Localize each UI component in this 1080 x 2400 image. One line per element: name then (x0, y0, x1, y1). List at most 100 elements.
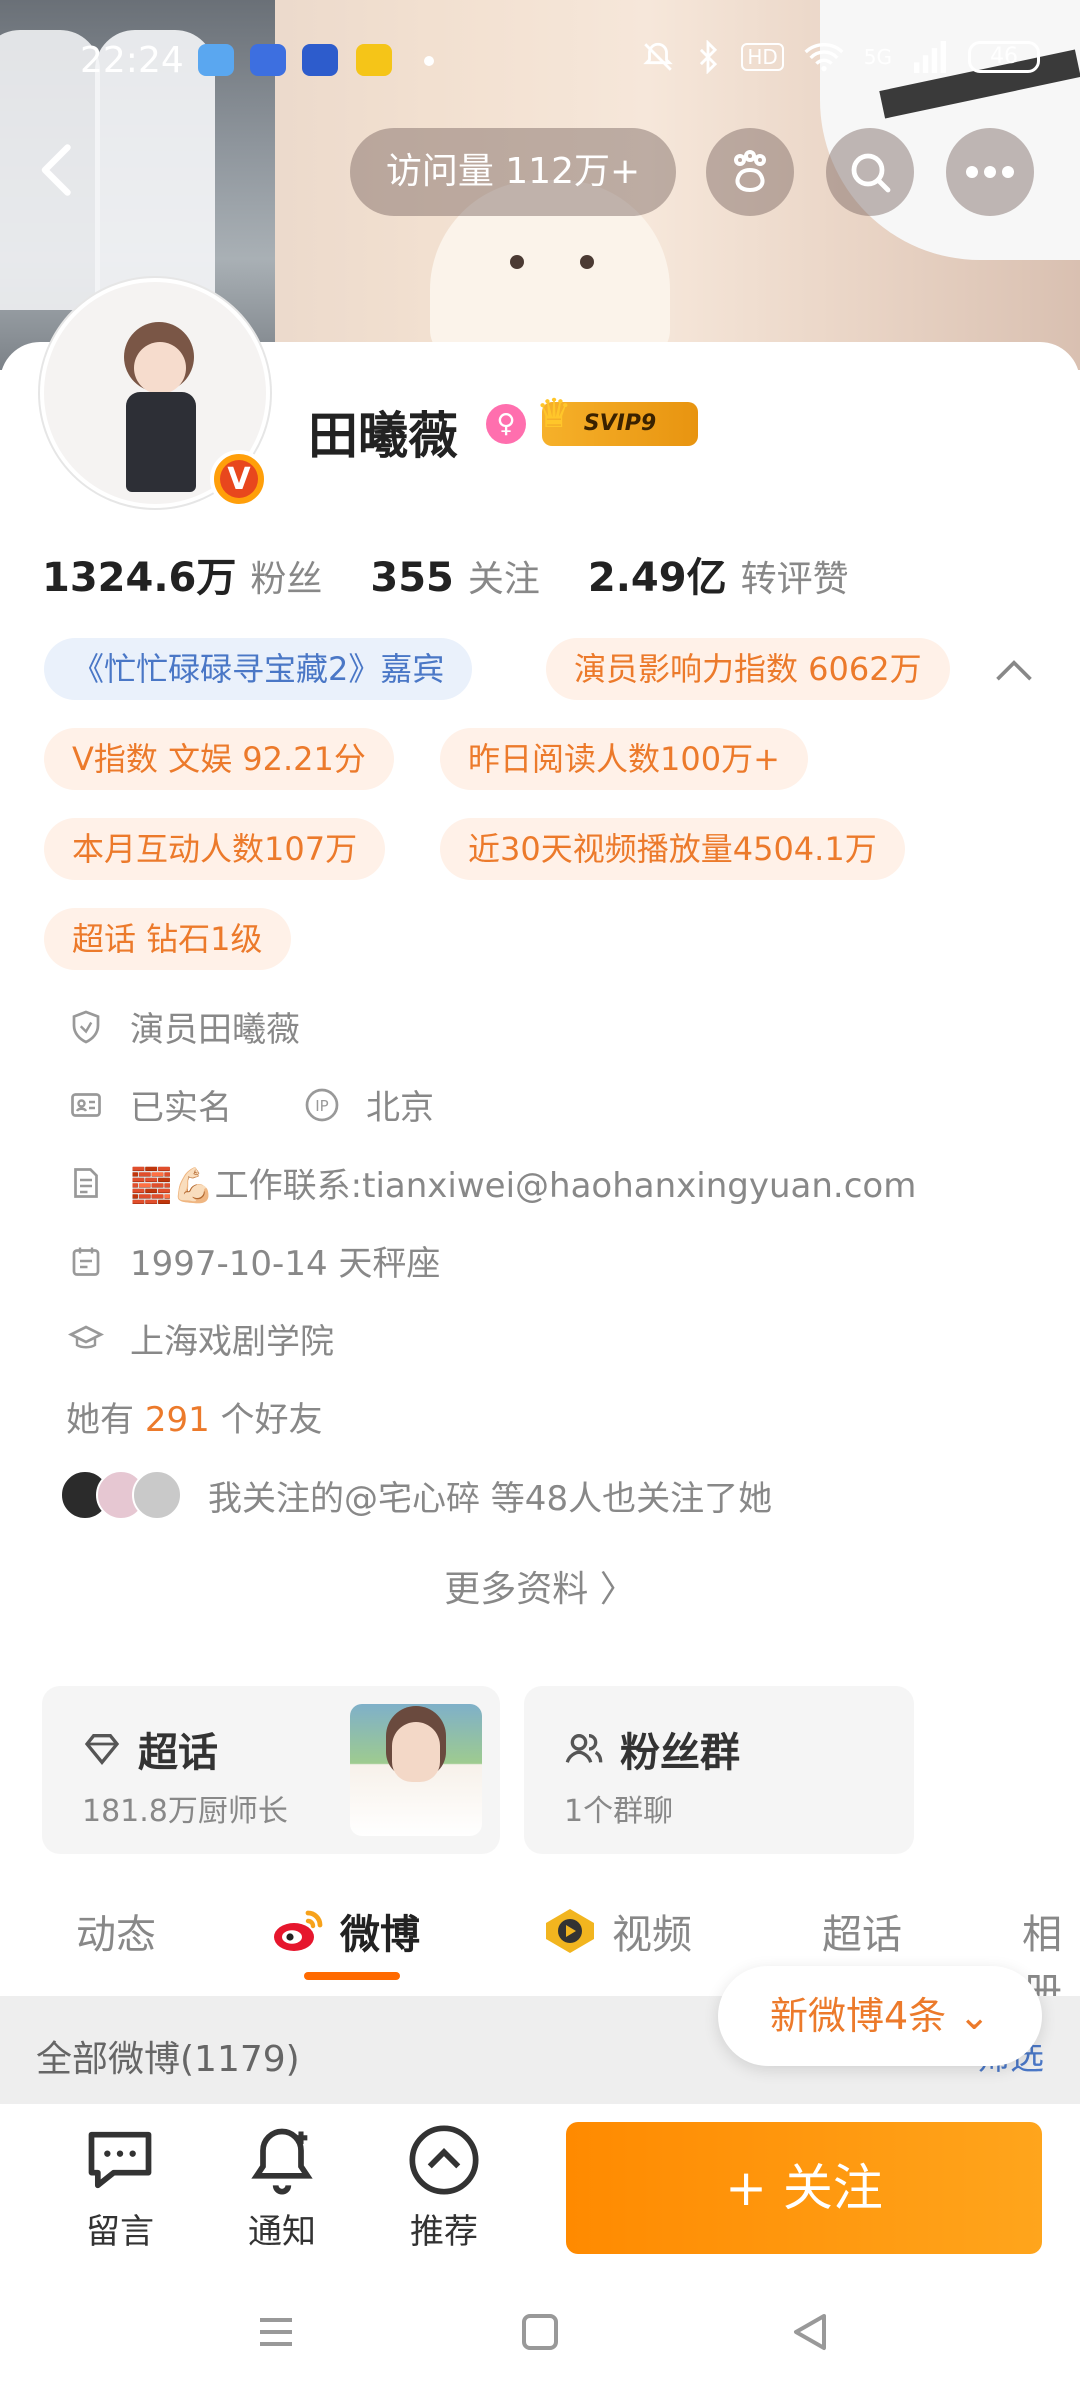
fan-group-title: 粉丝群 (564, 1720, 740, 1778)
more-dots-icon (966, 166, 1014, 178)
video-icon (546, 1909, 594, 1953)
info-birthday: 1997-10-14 天秤座 (66, 1236, 440, 1285)
id-card-icon (66, 1085, 106, 1125)
profile-stats: 1324.6万 粉丝 355 关注 2.49亿 转评赞 (42, 545, 897, 603)
ip-icon: IP (302, 1085, 342, 1125)
followers-label: 粉丝 (250, 559, 323, 600)
more-button[interactable] (946, 128, 1034, 216)
menu-icon[interactable] (252, 2308, 300, 2356)
mutual-avatar (132, 1470, 182, 1520)
bluetooth-icon (700, 40, 718, 74)
super-topic-subtitle: 181.8万厨师长 (82, 1794, 288, 1829)
graduation-cap-icon (66, 1319, 106, 1359)
fan-group-subtitle: 1个群聊 (564, 1794, 674, 1829)
tag-v-index[interactable]: V指数 文娱 92.21分 (44, 728, 394, 790)
svg-text:IP: IP (315, 1097, 328, 1115)
message-button[interactable]: 留言 (60, 2122, 180, 2253)
super-topic-title: 超话 (82, 1720, 218, 1778)
visit-count-pill[interactable]: 访问量 112万+ (350, 128, 676, 216)
tab-activity[interactable]: 动态 (76, 1902, 156, 1960)
super-topic-card[interactable]: 超话 181.8万厨师长 (42, 1686, 500, 1854)
notify-button[interactable]: 通知 (222, 2122, 342, 2253)
shield-icon (66, 1007, 106, 1047)
wifi-icon (804, 43, 844, 72)
mutual-followers[interactable]: 我关注的@宅心碎 等48人也关注了她 (60, 1470, 772, 1520)
tag-super-topic-level[interactable]: 超话 钻石1级 (44, 908, 291, 970)
engagement-label: 转评赞 (740, 559, 849, 600)
new-posts-pill[interactable]: 新微博4条 ⌄ (718, 1966, 1042, 2066)
fan-club-button[interactable] (706, 128, 794, 216)
back-triangle-icon[interactable] (786, 2308, 834, 2356)
tag-video-plays[interactable]: 近30天视频播放量4504.1万 (440, 818, 905, 880)
active-tab-indicator (304, 1972, 400, 1980)
tab-video-label: 视频 (612, 1912, 692, 1958)
friends-suffix: 个好友 (220, 1400, 323, 1440)
profile-screen: 22:24 HD 5G 46 访问量 112万+ V 田曦薇 ♀ SVI (0, 0, 1080, 2400)
weibo-icon (274, 1910, 323, 1951)
stat-followers[interactable]: 1324.6万 粉丝 (42, 545, 322, 603)
back-arrow-icon[interactable] (30, 140, 90, 200)
friends-count[interactable]: 她有 291 个好友 (66, 1392, 323, 1441)
friends-number: 291 (144, 1400, 210, 1440)
network-type: 5G (863, 45, 892, 69)
info-realname-ip: 已实名 IP 北京 (66, 1080, 434, 1129)
tab-weibo-label: 微博 (340, 1912, 420, 1958)
tab-weibo[interactable]: 微博 (270, 1902, 420, 1960)
svip-badge[interactable]: SVIP9 (536, 392, 698, 446)
profile-tabs: 动态 微博 视频 超话 相册 (0, 1862, 1080, 2016)
fan-group-card[interactable]: 粉丝群 1个群聊 (524, 1686, 914, 1854)
info-verification: 演员田曦薇 (66, 1002, 300, 1051)
tag-show-guest[interactable]: 《忙忙碌碌寻宝藏2》嘉宾 (44, 638, 473, 700)
baidu-app-icon (250, 44, 286, 76)
recommend-button[interactable]: 推荐 (384, 2122, 504, 2253)
tag-month-interactions[interactable]: 本月互动人数107万 (44, 818, 386, 880)
battery-icon: 46 (968, 41, 1040, 73)
people-icon (565, 1734, 603, 1763)
follow-button[interactable]: + 关注 (566, 2122, 1042, 2254)
chevron-up-circle-icon (409, 2125, 479, 2195)
female-icon: ♀ (486, 404, 526, 444)
status-time: 22:24 (80, 40, 184, 81)
super-topic-thumbnail (350, 1704, 482, 1836)
baidu-maps-app-icon (302, 44, 338, 76)
all-posts-label[interactable]: 全部微博(1179) (36, 2030, 300, 2082)
super-topic-label: 超话 (138, 1730, 218, 1776)
followers-count: 1324.6万 (42, 555, 237, 601)
info-school: 上海戏剧学院 (66, 1314, 334, 1363)
home-square-icon[interactable] (516, 2308, 564, 2356)
bell-plus-icon (251, 2128, 313, 2195)
real-name-text: 已实名 (130, 1088, 232, 1128)
bio-text: 🧱💪🏻工作联系:tianxiwei@haohanxingyuan.com (130, 1166, 917, 1206)
more-info-link[interactable]: 更多资料 〉 (0, 1560, 1080, 1612)
status-right: HD 5G 46 (641, 40, 1040, 74)
stat-following[interactable]: 355 关注 (370, 550, 540, 602)
tag-actor-influence[interactable]: 演员影响力指数 6062万 (546, 638, 950, 700)
birthday-text: 1997-10-14 天秤座 (130, 1244, 441, 1284)
stat-engagement[interactable]: 2.49亿 转评赞 (588, 545, 849, 603)
signal-icon (914, 41, 946, 73)
paw-icon (734, 150, 766, 193)
hd-icon: HD (741, 43, 784, 71)
following-count: 355 (370, 555, 454, 601)
weather-app-icon (198, 44, 234, 76)
mutual-avatars (60, 1470, 182, 1520)
recommend-label: 推荐 (410, 2212, 478, 2252)
chevron-up-icon[interactable] (992, 650, 1036, 690)
weibo-app-icon (356, 44, 392, 76)
more-notifications-icon (424, 56, 434, 66)
following-label: 关注 (467, 559, 540, 600)
system-nav-bar (0, 2264, 1080, 2400)
tab-video[interactable]: 视频 (542, 1902, 692, 1960)
engagement-count: 2.49亿 (587, 555, 727, 601)
tag-yesterday-reads[interactable]: 昨日阅读人数100万+ (440, 728, 808, 790)
ip-location-text: 北京 (366, 1088, 434, 1128)
calendar-icon (66, 1241, 106, 1281)
document-icon (66, 1163, 106, 1203)
mutual-text: 我关注的@宅心碎 等48人也关注了她 (208, 1478, 773, 1519)
notify-label: 通知 (248, 2212, 316, 2252)
search-button[interactable] (826, 128, 914, 216)
verified-badge-icon: V (210, 450, 268, 508)
info-bio: 🧱💪🏻工作联系:tianxiwei@haohanxingyuan.com (66, 1158, 916, 1207)
tab-super-topic[interactable]: 超话 (822, 1902, 902, 1960)
chat-bubble-icon (88, 2131, 152, 2189)
